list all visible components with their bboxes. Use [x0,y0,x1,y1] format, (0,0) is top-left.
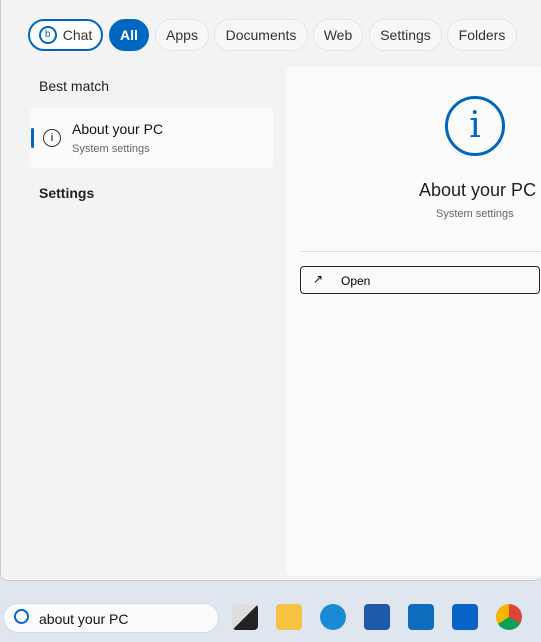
result-about-your-pc[interactable]: i About your PC System settings [30,108,273,168]
filter-apps[interactable]: Apps [155,19,209,51]
outlook-new-icon[interactable] [408,604,434,630]
settings-heading: Settings [39,185,95,201]
search-input[interactable]: about your PC [39,611,129,627]
result-subtitle: System settings [72,143,150,155]
filter-chat[interactable]: b Chat [28,19,103,51]
outlook-icon[interactable] [452,604,478,630]
selection-indicator [31,128,34,148]
task-view-icon[interactable] [232,604,258,630]
filter-settings[interactable]: Settings [369,19,442,51]
open-external-icon: ↗ [313,272,324,286]
info-large-icon: i [445,96,505,156]
filter-web[interactable]: Web [313,19,363,51]
bing-chat-icon: b [38,26,57,44]
microsoft-store-icon[interactable] [364,604,390,630]
detail-subtitle: System settings [436,208,514,220]
search-icon [14,609,29,624]
open-button[interactable]: ↗ Open [300,266,540,294]
info-icon: i [43,129,61,147]
chrome-icon[interactable] [496,604,522,630]
filter-all[interactable]: All [109,19,149,51]
taskbar-search-box[interactable]: about your PC [3,603,219,633]
divider [300,251,541,252]
detail-pane: i About your PC System settings ↗ Open [286,67,541,576]
file-explorer-icon[interactable] [276,604,302,630]
detail-title: About your PC [419,180,537,200]
search-panel: b Chat All Apps Documents Web Settings Fo… [0,0,541,581]
filter-documents[interactable]: Documents [214,19,308,51]
result-title: About your PC [72,121,164,137]
edge-icon[interactable] [320,604,346,630]
best-match-heading: Best match [39,78,110,94]
filter-folders[interactable]: Folders [447,19,517,51]
